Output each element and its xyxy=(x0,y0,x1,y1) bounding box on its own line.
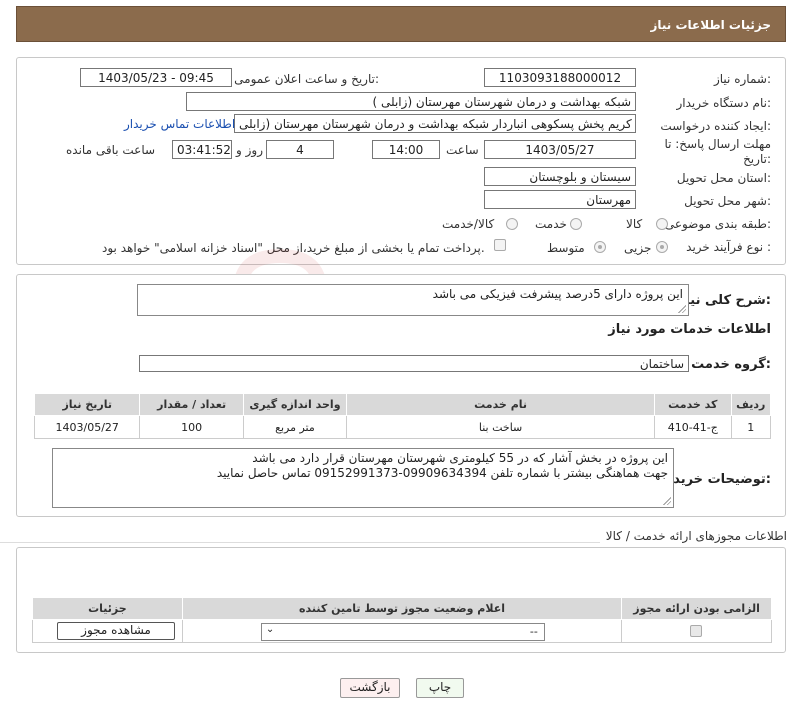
need-number-label: شماره نیاز: xyxy=(713,72,771,86)
process-option-minor: جزیی xyxy=(624,241,652,255)
buyer-org-field: شبکه بهداشت و درمان شهرستان مهرستان (زاب… xyxy=(186,92,636,111)
col-service-code: کد خدمت xyxy=(654,393,732,416)
deadline-label-1: مهلت ارسال پاسخ: تا xyxy=(664,137,771,151)
services-table-header: ردیف کد خدمت نام خدمت واحد اندازه گیری ت… xyxy=(33,393,772,416)
buyer-contact-link[interactable]: اطلاعات تماس خریدار xyxy=(124,117,235,131)
view-permit-button[interactable]: مشاهده مجوز xyxy=(57,622,175,640)
cell-row: 1 xyxy=(730,415,772,439)
remaining-label: ساعت باقی مانده xyxy=(66,143,156,157)
process-label: نوع فرآیند خرید : xyxy=(686,240,771,254)
print-button[interactable]: چاپ xyxy=(416,678,464,698)
cell-permit-required xyxy=(621,619,772,643)
resize-grip-icon[interactable] xyxy=(663,497,671,505)
buyer-notes-textarea[interactable]: این پروژه در بخش آشار که در 55 کیلومتری … xyxy=(52,448,674,508)
buyer-org-label: نام دستگاه خریدار: xyxy=(676,96,772,110)
permit-status-select[interactable]: ⌄ -- xyxy=(260,623,545,641)
col-need-date: تاریخ نیاز xyxy=(33,393,141,416)
category-radio-goods[interactable] xyxy=(656,218,668,230)
deadline-label-2: تاریخ: xyxy=(743,152,771,166)
cell-permit-status: ⌄ -- xyxy=(181,619,623,643)
deadline-date-field: 1403/05/27 xyxy=(484,140,636,159)
col-permit-details: جزئیات xyxy=(32,597,183,620)
category-radio-service[interactable] xyxy=(570,218,582,230)
permit-status-value: -- xyxy=(529,625,538,638)
resize-grip-icon[interactable] xyxy=(678,305,686,313)
summary-text: این پروژه دارای 5درصد پیشرفت فیزیکی می ب… xyxy=(432,287,683,301)
announce-label: تاریخ و ساعت اعلان عمومی: xyxy=(234,72,379,86)
category-radio-both[interactable] xyxy=(506,218,518,230)
announce-field: 1403/05/23 - 09:45 xyxy=(80,68,232,87)
treasury-payment-checkbox[interactable] xyxy=(494,239,506,251)
province-field: سیستان و بلوچستان xyxy=(484,167,636,186)
page-header: جزئیات اطلاعات نیاز xyxy=(16,6,786,42)
buyer-notes-line-1: این پروژه در بخش آشار که در 55 کیلومتری … xyxy=(252,451,668,465)
permits-table-header: الزامی بودن ارائه مجوز اعلام وضعیت مجوز … xyxy=(32,597,772,620)
creator-label: ایجاد کننده درخواست: xyxy=(660,119,771,133)
cell-unit: متر مربع xyxy=(242,415,348,439)
chevron-down-icon: ⌄ xyxy=(265,624,275,635)
deadline-time-field: 14:00 xyxy=(372,140,440,159)
process-radio-medium[interactable] xyxy=(594,241,606,253)
col-permit-status: اعلام وضعیت مجوز توسط تامین کننده xyxy=(181,597,623,620)
table-row: ⌄ -- مشاهده مجوز xyxy=(32,619,772,643)
province-label: استان محل تحویل: xyxy=(676,171,771,185)
permits-table: الزامی بودن ارائه مجوز اعلام وضعیت مجوز … xyxy=(32,597,772,643)
services-title: اطلاعات خدمات مورد نیاز xyxy=(608,322,771,337)
permits-title: اطلاعات مجوزهای ارائه خدمت / کالا xyxy=(605,529,787,543)
need-info-panel xyxy=(16,57,786,265)
page-title: جزئیات اطلاعات نیاز xyxy=(650,18,771,32)
remaining-time-field: 03:41:52 xyxy=(172,140,232,159)
cell-service-name: ساخت بنا xyxy=(346,415,656,439)
col-quantity: تعداد / مقدار xyxy=(139,393,244,416)
buyer-notes-line-2: جهت هماهنگی بیشتر با شماره تلفن 09909634… xyxy=(216,466,668,480)
days-label: روز و xyxy=(236,143,263,157)
cell-permit-details: مشاهده مجوز xyxy=(32,619,183,643)
category-label: طبقه بندی موضوعی: xyxy=(664,217,771,231)
col-permit-required: الزامی بودن ارائه مجوز xyxy=(621,597,772,620)
table-row: 1 ج-41-410 ساخت بنا متر مربع 100 1403/05… xyxy=(33,415,772,439)
process-radio-minor[interactable] xyxy=(656,241,668,253)
cell-quantity: 100 xyxy=(139,415,244,439)
category-option-both: کالا/خدمت xyxy=(442,217,495,231)
category-option-service: خدمت xyxy=(535,217,567,231)
payment-note: پرداخت تمام یا بخشی از مبلغ خرید،از محل … xyxy=(102,241,485,255)
creator-field: کریم پخش پسکوهی انباردار شبکه بهداشت و د… xyxy=(234,114,636,133)
deadline-time-label: ساعت xyxy=(446,143,479,157)
col-unit: واحد اندازه گیری xyxy=(242,393,348,416)
buyer-notes-label: توضیحات خریدار: xyxy=(661,472,771,487)
services-table: ردیف کد خدمت نام خدمت واحد اندازه گیری ت… xyxy=(33,393,772,439)
cell-need-date: 1403/05/27 xyxy=(33,415,141,439)
back-button[interactable]: بازگشت xyxy=(340,678,400,698)
category-option-goods: کالا xyxy=(626,217,643,231)
need-number-field: 1103093188000012 xyxy=(484,68,636,87)
permits-divider xyxy=(0,542,600,543)
cell-service-code: ج-41-410 xyxy=(654,415,732,439)
city-field: مهرستان xyxy=(484,190,636,209)
summary-textarea[interactable]: این پروژه دارای 5درصد پیشرفت فیزیکی می ب… xyxy=(137,284,689,316)
process-option-medium: متوسط xyxy=(547,241,585,255)
permit-required-checkbox xyxy=(690,625,703,637)
col-row: ردیف xyxy=(730,393,772,416)
col-service-name: نام خدمت xyxy=(346,393,656,416)
days-field: 4 xyxy=(266,140,334,159)
summary-label: شرح کلی نیاز: xyxy=(677,293,771,308)
service-group-label: گروه خدمت: xyxy=(691,357,771,372)
service-group-field: ساختمان xyxy=(139,355,689,372)
city-label: شهر محل تحویل: xyxy=(684,194,771,208)
